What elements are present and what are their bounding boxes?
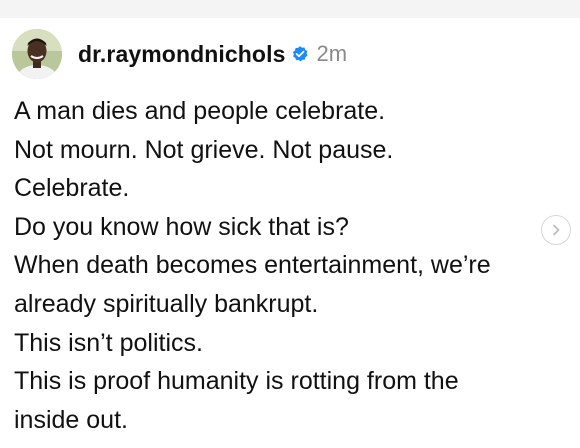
next-slide-button[interactable] bbox=[541, 215, 571, 245]
post-text-line: Do you know how sick that is? bbox=[14, 212, 349, 241]
post-text-line: Not mourn. Not grieve. Not pause. bbox=[14, 135, 394, 164]
verified-badge-icon bbox=[293, 46, 308, 62]
username-link[interactable]: dr.raymondnichols bbox=[78, 41, 285, 68]
chevron-right-icon bbox=[553, 224, 560, 236]
post-text-line: A man dies and people celebrate. bbox=[14, 97, 386, 125]
post-text-line: already spiritually bankrupt. bbox=[14, 289, 319, 318]
post-text-line: This isn’t politics. bbox=[14, 328, 203, 357]
post-text-line: inside out. bbox=[14, 405, 128, 434]
top-divider-strip bbox=[0, 0, 580, 18]
user-avatar-photo-icon bbox=[12, 29, 62, 79]
post-timestamp: 2m bbox=[316, 41, 348, 66]
post-text-line: When death becomes entertainment, we’re bbox=[14, 251, 491, 280]
post-header: dr.raymondnichols 2m bbox=[12, 28, 347, 80]
post-text: A man dies and people celebrate. Not mou… bbox=[14, 92, 574, 439]
post-text-line: Celebrate. bbox=[14, 174, 130, 203]
avatar[interactable] bbox=[12, 29, 62, 79]
post-text-line: This is proof humanity is rotting from t… bbox=[14, 367, 459, 396]
